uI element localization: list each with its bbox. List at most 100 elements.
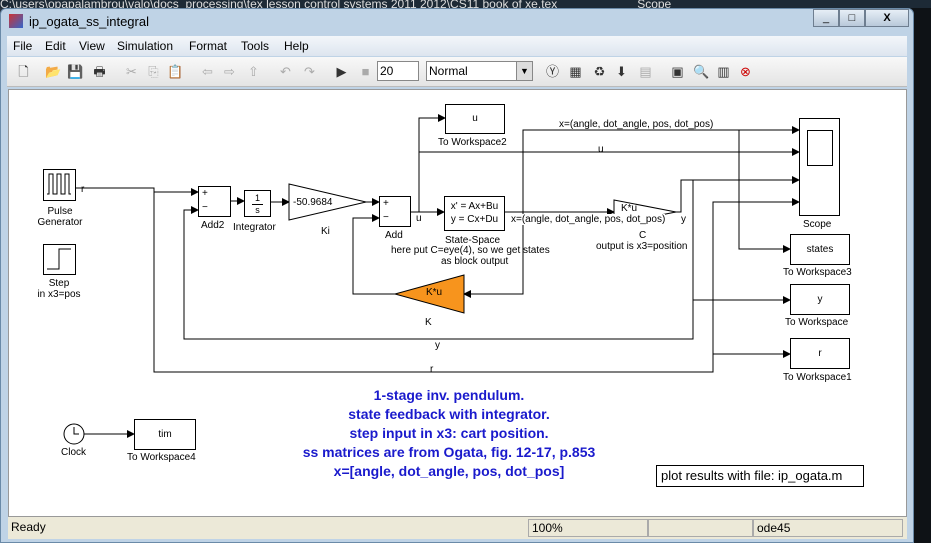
clock-label: Clock — [61, 447, 87, 458]
solver-name: ode45 — [753, 519, 903, 537]
model-canvas[interactable]: Pulse Generator r Step in x3=pos + − Add2 1… — [8, 89, 907, 517]
up-icon[interactable]: ⇧ — [245, 63, 262, 80]
state-space-block[interactable]: x' = Ax+Bu y = Cx+Du — [444, 196, 505, 231]
to-workspace1-label: To Workspace1 — [783, 372, 852, 383]
open-icon[interactable]: 📂 — [45, 63, 62, 80]
menu-simulation[interactable]: Simulation — [117, 39, 173, 53]
forward-icon[interactable]: ⇨ — [221, 63, 238, 80]
title-bar[interactable]: ip_ogata_ss_integral _ □ X — [1, 9, 913, 35]
to-workspace-label: To Workspace — [785, 317, 849, 328]
menu-bar: File Edit View Simulation Format Tools H… — [7, 36, 907, 56]
model-explorer-icon[interactable]: 🔍 — [693, 63, 710, 80]
simulation-mode-select[interactable]: Normal ▼ — [426, 61, 533, 81]
debug-icon[interactable]: ▤ — [637, 63, 654, 80]
signal-label-u: u — [416, 213, 422, 224]
state-space-note-1: here put C=eye(4), so we get states — [391, 245, 550, 256]
k-label: K — [425, 317, 432, 328]
scope-screen-icon — [807, 130, 833, 166]
signal-label-r: r — [81, 184, 85, 195]
to-workspace1-block[interactable]: r — [790, 338, 850, 369]
copy-icon[interactable]: ⎘ — [145, 63, 162, 80]
close-button[interactable]: X — [865, 9, 909, 27]
annotation-line-4: ss matrices are from Ogata, fig. 12-17, … — [302, 444, 596, 460]
menu-file[interactable]: File — [13, 39, 32, 53]
signal-label-y: y — [681, 214, 686, 225]
update-diagram-icon[interactable]: ▦ — [567, 63, 584, 80]
menu-format[interactable]: Format — [189, 39, 227, 53]
status-empty — [648, 519, 753, 537]
stop-simulation-icon[interactable]: ■ — [357, 63, 374, 80]
step-block[interactable] — [43, 244, 76, 275]
signal-x-scope — [522, 126, 800, 212]
signal-label-r-bottom: r — [430, 364, 434, 375]
signal-r-add2 — [75, 187, 199, 196]
integrator-block[interactable]: 1s — [244, 190, 271, 217]
integrator-label: Integrator — [233, 222, 276, 233]
chevron-down-icon[interactable]: ▼ — [516, 62, 532, 80]
signal-label-x-mid: x=(angle, dot_angle, pos, dot_pos) — [511, 214, 666, 225]
debugger-icon[interactable]: ⊗ — [737, 63, 754, 80]
redo-icon[interactable]: ↷ — [301, 63, 318, 80]
new-icon[interactable]: 🗋 — [15, 63, 32, 80]
signal-label-y-bottom: y — [435, 340, 440, 351]
to-workspace4-block[interactable]: tim — [134, 419, 196, 450]
to-workspace2-label: To Workspace2 — [438, 137, 507, 148]
add-block[interactable]: + − — [379, 196, 411, 227]
print-icon[interactable]: 🖶 — [91, 63, 108, 80]
pulse-generator-block[interactable] — [43, 169, 76, 201]
subsystem-icon[interactable]: ⬇ — [613, 63, 630, 80]
k-gain-value: K*u — [426, 287, 443, 298]
c-label: C — [639, 230, 647, 241]
annotation-line-3: step input in x3: cart position. — [349, 425, 549, 441]
signal-u-ws2 — [418, 114, 446, 212]
status-bar: Ready 100% ode45 — [8, 517, 907, 539]
c-note: output is x3=position — [596, 241, 688, 252]
back-icon[interactable]: ⇦ — [199, 63, 216, 80]
to-workspace-block[interactable]: y — [790, 284, 850, 315]
annotation-line-2: state feedback with integrator. — [348, 406, 550, 422]
start-simulation-icon[interactable]: ▶ — [333, 63, 350, 80]
refresh-icon[interactable]: ♻ — [591, 63, 608, 80]
to-workspace2-block[interactable]: u — [445, 104, 505, 134]
save-icon[interactable]: 💾 — [67, 63, 84, 80]
menu-tools[interactable]: Tools — [241, 39, 269, 53]
add2-label: Add2 — [201, 220, 225, 231]
add-label: Add — [385, 230, 403, 241]
window-title: ip_ogata_ss_integral — [29, 14, 149, 29]
annotation-line-1: 1-stage inv. pendulum. — [373, 387, 525, 403]
paste-icon[interactable]: 📋 — [167, 63, 184, 80]
menu-help[interactable]: Help — [284, 39, 309, 53]
add2-block[interactable]: + − — [198, 186, 231, 217]
status-text: Ready — [11, 520, 46, 534]
c-gain-value: K*u — [621, 203, 638, 214]
undo-icon[interactable]: ↶ — [277, 63, 294, 80]
minimize-button[interactable]: _ — [813, 9, 839, 27]
step-label: Step in x3=pos — [37, 278, 81, 300]
scope-block[interactable] — [799, 118, 840, 216]
state-space-note-2: as block output — [441, 256, 509, 267]
plot-results-note[interactable]: plot results with file: ip_ogata.m — [656, 465, 864, 487]
scope-label: Scope — [803, 219, 832, 230]
maximize-button[interactable]: □ — [839, 9, 865, 27]
menu-view[interactable]: View — [79, 39, 105, 53]
toolbar: 🗋 📂 💾 🖶 ✂ ⎘ 📋 ⇦ ⇨ ⇧ ↶ ↷ ▶ ■ 20 Normal ▼ Ⓨ… — [7, 57, 907, 87]
annotation-line-5: x=[angle, dot_angle, pos, dot_pos] — [333, 463, 565, 479]
to-workspace3-block[interactable]: states — [790, 234, 850, 265]
build-icon[interactable]: Ⓨ — [544, 63, 561, 80]
stop-time-input[interactable]: 20 — [377, 61, 419, 81]
zoom-level: 100% — [528, 519, 648, 537]
signal-y-scope — [676, 176, 800, 213]
library-browser-icon[interactable]: ▣ — [669, 63, 686, 80]
simulation-mode-value: Normal — [429, 64, 468, 78]
to-workspace4-label: To Workspace4 — [127, 452, 196, 463]
ki-gain-value: -50.9684 — [293, 197, 333, 208]
simulink-window: ip_ogata_ss_integral _ □ X File Edit Vie… — [0, 8, 914, 543]
cut-icon[interactable]: ✂ — [123, 63, 140, 80]
menu-edit[interactable]: Edit — [45, 39, 66, 53]
signal-r-scope — [712, 198, 800, 354]
signal-label-u-top: u — [598, 144, 604, 155]
to-workspace3-label: To Workspace3 — [783, 267, 852, 278]
pulse-generator-label: Pulse Generator — [37, 206, 83, 228]
block-properties-icon[interactable]: ▥ — [715, 63, 732, 80]
signal-x-ws3 — [738, 130, 791, 253]
